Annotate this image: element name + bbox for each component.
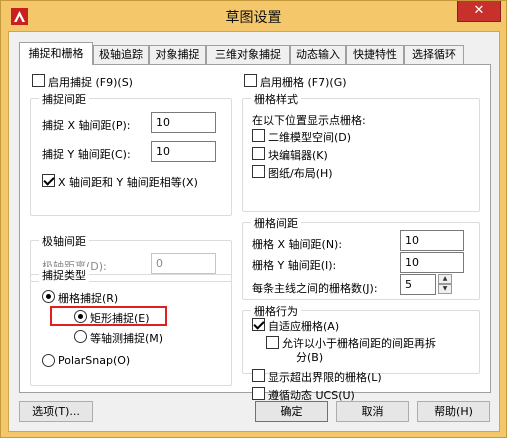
title-bar[interactable]: 草图设置 ✕ [1,1,506,31]
adaptive-grid-label: 自适应栅格(A) [268,320,340,333]
window-title: 草图设置 [225,10,282,26]
equal-xy-spacing-checkbox[interactable] [42,174,55,187]
help-button[interactable]: 帮助(H) [417,401,490,422]
enable-snap-label: 启用捕捉 (F9)(S) [48,76,133,89]
tab-snap-and-grid[interactable]: 捕捉和栅格 [19,42,93,65]
grid-snap-radio[interactable] [42,290,55,303]
2d-model-space-label: 二维模型空间(D) [268,131,352,144]
grid-y-spacing-input[interactable]: 10 [400,252,464,273]
sheet-layout-label: 图纸/布局(H) [268,167,333,180]
isometric-snap-label: 等轴测捕捉(M) [90,332,164,345]
tab-object-snap[interactable]: 对象捕捉 [149,45,206,64]
2d-model-space-checkbox[interactable] [252,129,265,142]
ok-button[interactable]: 确定 [255,401,328,422]
snap-y-label: 捕捉 Y 轴间距(C): [42,148,131,161]
isometric-snap-radio[interactable] [74,330,87,343]
block-editor-checkbox[interactable] [252,147,265,160]
enable-grid-label: 启用栅格 (F7)(G) [260,76,347,89]
drafting-settings-dialog: 草图设置 ✕ 捕捉和栅格 极轴追踪 对象捕捉 三维对象捕捉 动态输入 快捷特性 … [0,0,507,438]
tab-polar-tracking[interactable]: 极轴追踪 [93,45,149,64]
tab-3d-object-snap[interactable]: 三维对象捕捉 [206,45,290,64]
polarsnap-radio[interactable] [42,354,55,367]
cancel-button[interactable]: 取消 [336,401,409,422]
snap-y-spacing-input[interactable]: 10 [151,141,216,162]
allow-subdivision-checkbox[interactable] [266,336,279,349]
enable-snap-checkbox[interactable] [32,74,45,87]
polar-distance-input[interactable]: 0 [151,253,216,274]
polar-spacing-title: 极轴间距 [39,233,89,249]
grid-style-title: 栅格样式 [251,91,301,107]
snap-type-title: 捕捉类型 [39,267,89,283]
tab-quick-properties[interactable]: 快捷特性 [346,45,404,64]
sheet-layout-checkbox[interactable] [252,165,265,178]
close-button[interactable]: ✕ [457,1,501,22]
snap-spacing-title: 捕捉间距 [39,91,89,107]
grid-behavior-title: 栅格行为 [251,303,301,319]
major-line-input[interactable]: 5 [400,274,436,295]
snap-grid-panel: 启用捕捉 (F9)(S) 捕捉间距 捕捉 X 轴间距(P): 10 捕捉 Y 轴… [19,64,491,402]
options-button[interactable]: 选项(T)... [19,401,93,422]
tab-selection-cycling[interactable]: 选择循环 [404,45,464,64]
grid-style-description: 在以下位置显示点栅格: [252,114,366,127]
display-beyond-limits-label: 显示超出界限的栅格(L) [268,371,382,384]
tab-dynamic-input[interactable]: 动态输入 [290,45,346,64]
snap-x-label: 捕捉 X 轴间距(P): [42,119,131,132]
enable-grid-checkbox[interactable] [244,74,257,87]
grid-x-spacing-input[interactable]: 10 [400,230,464,251]
follow-dynamic-ucs-checkbox[interactable] [252,387,265,400]
allow-subdivision-label-line2: 分(B) [296,351,324,364]
block-editor-label: 块编辑器(K) [268,149,328,162]
rectangular-snap-radio[interactable] [74,310,87,323]
rectangular-snap-label: 矩形捕捉(E) [90,312,150,325]
snap-x-spacing-input[interactable]: 10 [151,112,216,133]
grid-x-label: 栅格 X 轴间距(N): [252,238,343,251]
grid-y-label: 栅格 Y 轴间距(I): [252,259,337,272]
adaptive-grid-checkbox[interactable] [252,318,265,331]
polarsnap-label: PolarSnap(O) [58,354,131,367]
dialog-body: 捕捉和栅格 极轴追踪 对象捕捉 三维对象捕捉 动态输入 快捷特性 选择循环 启用… [8,31,500,432]
spin-down-arrow-icon[interactable]: ▼ [438,284,452,294]
display-beyond-limits-checkbox[interactable] [252,369,265,382]
major-line-label: 每条主线之间的栅格数(J): [252,282,378,295]
grid-spacing-title: 栅格间距 [251,215,301,231]
spin-up-arrow-icon[interactable]: ▲ [438,274,452,284]
grid-snap-label: 栅格捕捉(R) [58,292,119,305]
equal-xy-spacing-label: X 轴间距和 Y 轴间距相等(X) [58,176,198,189]
